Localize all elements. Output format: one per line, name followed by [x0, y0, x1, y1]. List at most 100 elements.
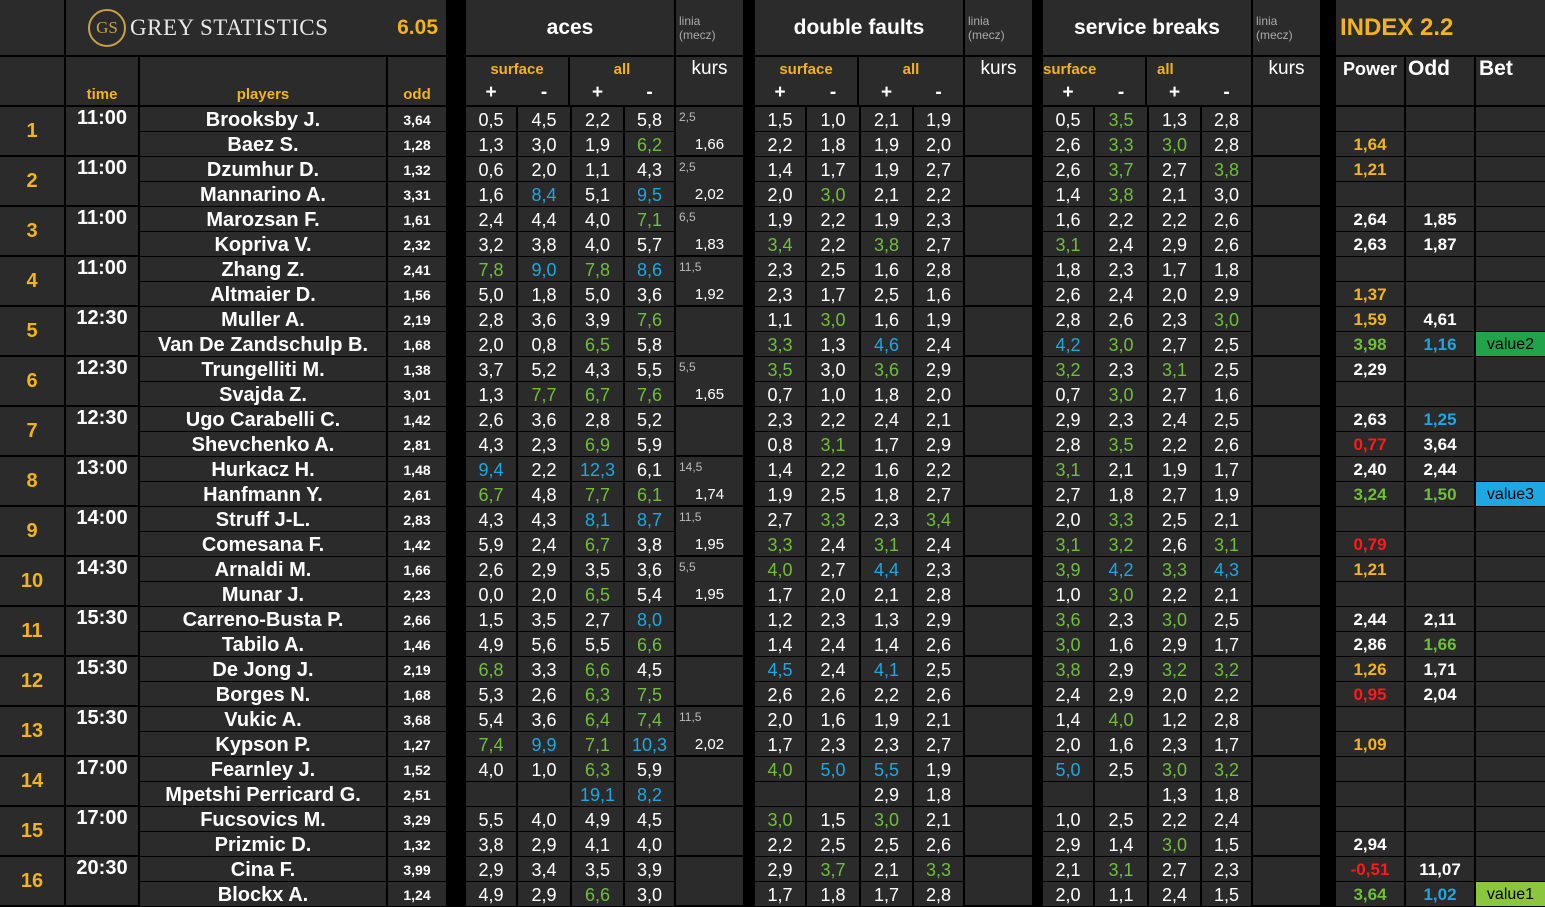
bet-value[interactable]: value3 — [1476, 482, 1545, 506]
aces-stat-cell: 0,0 — [466, 582, 516, 606]
kurs-value — [676, 653, 743, 655]
sb-stat-cell: 3,0 — [1149, 757, 1200, 781]
aces-stat-cell: 6,5 — [572, 582, 623, 606]
sb-linia-cell — [1253, 157, 1320, 205]
power-value: 0,79 — [1336, 532, 1404, 556]
player-name: De Jong J. — [140, 657, 386, 681]
df-stat-cell: 2,8 — [914, 257, 963, 281]
sb-stat-cell: 2,3 — [1202, 857, 1251, 881]
sb-stat-cell: 4,3 — [1202, 557, 1251, 581]
df-stat-cell: 2,3 — [914, 557, 963, 581]
aces-stat-cell: 2,0 — [518, 582, 570, 606]
aces-stat-cell: 7,5 — [625, 682, 674, 706]
df-stat-cell: 2,9 — [914, 432, 963, 456]
sb-stat-cell: 3,2 — [1095, 532, 1147, 556]
players-header: players — [140, 57, 386, 105]
df-stat-cell: 1,9 — [914, 107, 963, 131]
sb-plus-header: + — [1062, 82, 1074, 103]
sb-stat-cell: 2,6 — [1043, 132, 1093, 156]
aces-stat-cell: 4,0 — [466, 757, 516, 781]
bet-value[interactable]: value2 — [1476, 332, 1545, 356]
df-linia-cell — [965, 557, 1032, 605]
df-stat-cell: 2,9 — [755, 857, 805, 881]
sb-stat-cell: 1,8 — [1202, 257, 1251, 281]
aces-stat-cell: 3,2 — [466, 232, 516, 256]
player-odd: 1,27 — [388, 732, 446, 756]
index-odd-value: 1,87 — [1406, 232, 1474, 256]
df-stat-cell: 1,7 — [755, 582, 805, 606]
sb-stat-cell: 2,8 — [1202, 107, 1251, 131]
df-stat-cell: 2,7 — [914, 732, 963, 756]
bet-value — [1476, 507, 1545, 531]
df-stat-cell: 2,3 — [914, 207, 963, 231]
aces-stat-cell: 6,6 — [625, 632, 674, 656]
df-linia-cell — [965, 607, 1032, 655]
df-stat-cell: 2,1 — [914, 707, 963, 731]
match-number: 7 — [0, 407, 64, 455]
aces-stat-cell: 2,7 — [572, 607, 623, 631]
aces-stat-cell: 3,6 — [518, 707, 570, 731]
bet-value — [1476, 557, 1545, 581]
aces-surface-header: surface — [490, 60, 544, 78]
player-name: Blockx A. — [140, 882, 386, 906]
player-name: Brooksby J. — [140, 107, 386, 131]
index-odd-value — [1406, 107, 1474, 131]
df-stat-cell: 1,4 — [755, 157, 805, 181]
bet-value — [1476, 732, 1545, 756]
player-odd: 1,56 — [388, 282, 446, 306]
df-stat-cell: 1,1 — [755, 307, 805, 331]
corner-cell[interactable] — [0, 0, 64, 55]
player-odd: 3,99 — [388, 857, 446, 881]
aces-stat-cell: 5,1 — [572, 182, 623, 206]
df-stat-cell: 2,7 — [914, 232, 963, 256]
sb-group-header: service breaks — [1043, 0, 1251, 55]
df-stat-cell: 2,4 — [807, 632, 859, 656]
linia-value — [676, 857, 743, 860]
linia-value: 2,5 — [679, 110, 696, 124]
aces-linia-cell — [676, 607, 743, 655]
sb-stat-cell: 3,1 — [1149, 357, 1200, 381]
aces-stat-cell: 1,9 — [572, 132, 623, 156]
player-odd: 1,42 — [388, 532, 446, 556]
player-odd: 2,81 — [388, 432, 446, 456]
bet-value[interactable]: value1 — [1476, 882, 1545, 906]
aces-linia-cell: 5,5 1,65 — [676, 357, 743, 405]
aces-stat-cell: 2,3 — [518, 432, 570, 456]
aces-stat-cell: 5,5 — [466, 807, 516, 831]
kurs-value: 1,66 — [694, 136, 725, 153]
player-name: Vukic A. — [140, 707, 386, 731]
player-name: Tabilo A. — [140, 632, 386, 656]
sb-stat-cell: 1,7 — [1149, 257, 1200, 281]
sb-stat-cell: 1,3 — [1149, 107, 1200, 131]
sb-stat-cell: 3,1 — [1043, 532, 1093, 556]
aces-stat-cell: 1,8 — [518, 282, 570, 306]
index-odd-value — [1406, 832, 1474, 856]
bet-value — [1476, 607, 1545, 631]
df-linia-cell — [965, 307, 1032, 355]
index-odd-value: 1,02 — [1406, 882, 1474, 906]
power-value: 1,37 — [1336, 282, 1404, 306]
player-name: Shevchenko A. — [140, 432, 386, 456]
aces-stat-cell: 8,2 — [625, 782, 674, 806]
aces-stat-cell: 1,5 — [466, 607, 516, 631]
sb-stat-cell: 1,7 — [1202, 457, 1251, 481]
power-value: 1,64 — [1336, 132, 1404, 156]
sb-stat-cell: 3,3 — [1095, 132, 1147, 156]
kurs-value: 2,02 — [694, 736, 725, 753]
sb-stat-cell: 2,9 — [1149, 632, 1200, 656]
aces-stat-cell: 3,6 — [625, 557, 674, 581]
aces-stat-cell: 7,6 — [625, 382, 674, 406]
player-name: Altmaier D. — [140, 282, 386, 306]
bet-value — [1476, 357, 1545, 381]
aces-stat-cell: 6,9 — [572, 432, 623, 456]
aces-stat-cell: 5,5 — [625, 357, 674, 381]
match-time: 17:00 — [66, 807, 138, 855]
df-stat-cell: 1,3 — [807, 332, 859, 356]
df-stat-cell: 2,9 — [861, 782, 912, 806]
linia-bottom: (mecz) — [679, 27, 716, 42]
df-minus-header: - — [829, 82, 837, 103]
index-odd-value: 3,64 — [1406, 432, 1474, 456]
aces-stat-cell: 5,6 — [518, 632, 570, 656]
sb-stat-cell: 2,7 — [1149, 382, 1200, 406]
aces-stat-cell: 6,6 — [572, 882, 623, 906]
